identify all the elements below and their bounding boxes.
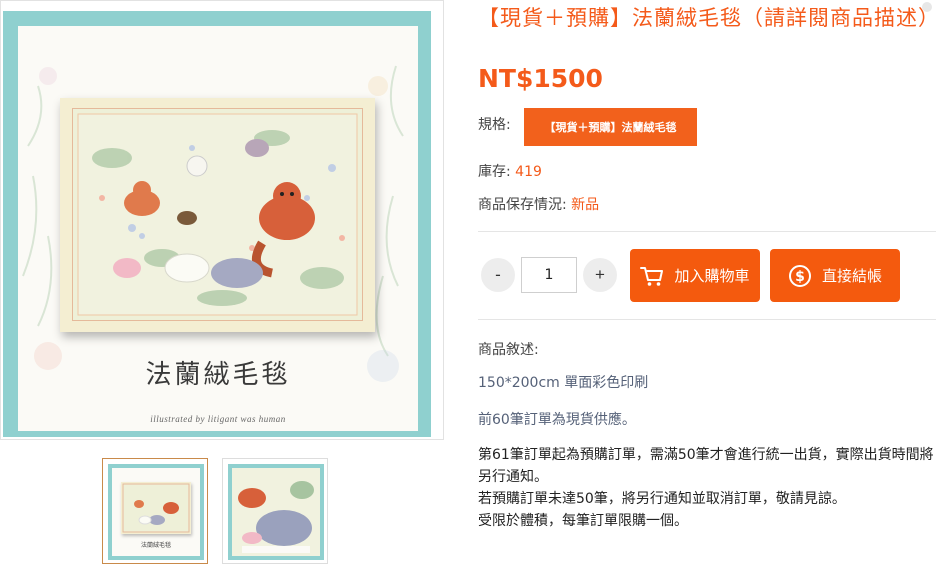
stock-label: 庫存: [478,164,511,180]
cart-icon [640,266,664,286]
thumbnail-paper: 法蘭絨毛毯 [112,468,200,556]
note-line: 受限於體積，每筆訂單限購一個。 [478,513,688,529]
svg-text:$: $ [795,269,805,285]
quantity-decrease-button[interactable]: - [481,258,515,292]
condition-label: 商品保存情況: [478,197,567,213]
thumbnail-illustration [122,483,190,533]
note-line: 第61筆訂單起為預購訂單，需滿50筆才會進行統一出貨，實際出貨時間將另行通知。 [478,447,934,485]
product-poster: 法蘭絨毛毯 illustrated by litigant was human [18,26,418,431]
add-to-cart-label: 加入購物車 [674,267,750,285]
condition-value: 新品 [571,197,600,213]
description-notes: 第61筆訂單起為預購訂單，需滿50筆才會進行統一出貨，實際出貨時間將另行通知。 … [478,444,934,532]
thumbnail-1[interactable]: 法蘭絨毛毯 [102,458,208,564]
stock-value: 419 [515,164,542,180]
thumbnail-blanket [121,482,191,534]
description-heading: 商品敘述: [478,342,539,358]
condition-row: 商品保存情況: 新品 [478,194,599,214]
divider [478,231,936,232]
buy-now-label: 直接結帳 [821,267,882,285]
thumbnail-caption: 法蘭絨毛毯 [140,542,171,549]
blanket-artwork [60,98,375,332]
divider [478,319,936,320]
spec-option-button[interactable]: 【現貨＋預購】法蘭絨毛毯 [524,108,697,146]
product-title: 【現貨＋預購】法蘭絨毛毯（請詳閱商品描述） [478,6,936,30]
quantity-input[interactable] [521,257,577,293]
description-size: 150*200cm 單面彩色印刷 [478,375,649,391]
description-stock-note: 前60筆訂單為現貨供應。 [478,412,636,428]
thumbnail-paper [232,468,320,556]
dollar-coin-icon: $ [788,264,811,287]
blanket-illustration [72,108,363,321]
note-line: 若預購訂單未達50筆，將另行通知並取消訂單，敬請見諒。 [478,491,846,507]
spec-label: 規格: [478,117,511,133]
thumbnail-2[interactable] [222,458,328,564]
scroll-indicator-icon [922,2,932,12]
thumbnail-frame [228,464,324,560]
stock-row: 庫存: 419 [478,161,542,181]
poster-caption: 法蘭絨毛毯 [145,360,291,390]
thumbnail-detail-illustration [232,468,320,556]
quantity-increase-button[interactable]: + [583,258,617,292]
image-frame: 法蘭絨毛毯 illustrated by litigant was human [3,11,431,437]
poster-credit: illustrated by litigant was human [150,414,286,424]
add-to-cart-button[interactable]: 加入購物車 [630,249,760,302]
thumbnail-frame: 法蘭絨毛毯 [108,464,204,560]
main-product-image[interactable]: 法蘭絨毛毯 illustrated by litigant was human [0,0,444,440]
buy-now-button[interactable]: $ 直接結帳 [770,249,900,302]
product-price: NT$1500 [478,64,603,93]
